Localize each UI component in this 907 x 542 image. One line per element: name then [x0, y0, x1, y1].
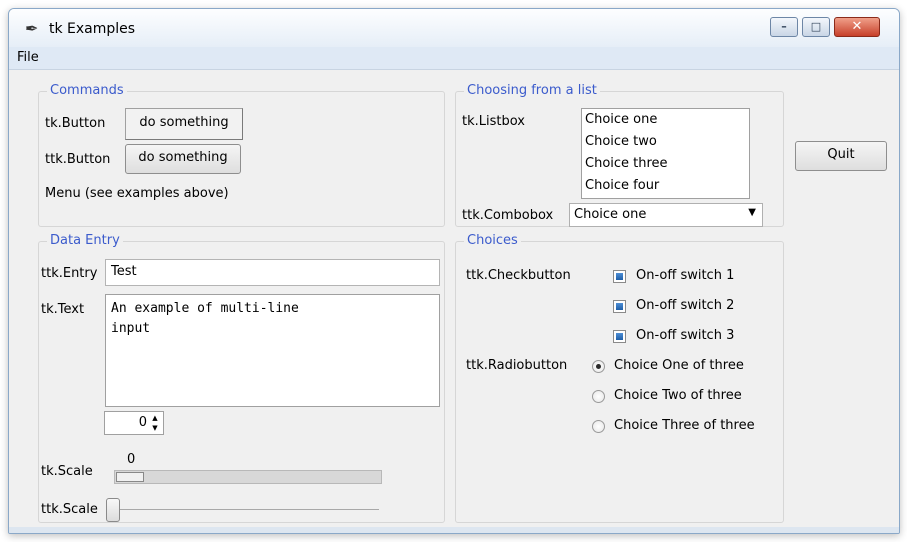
- test-entry-field[interactable]: Test: [105, 259, 440, 286]
- radio-button[interactable]: [592, 420, 605, 433]
- list-frame: Choosing from a list tk.Listbox Choice o…: [455, 83, 784, 227]
- radio-label[interactable]: Choice Three of three: [614, 418, 755, 433]
- list-item[interactable]: Choice four: [582, 175, 749, 197]
- menu-bar: File: [9, 47, 899, 70]
- minimize-icon: –: [781, 20, 787, 33]
- listbox-label: tk.Listbox: [462, 114, 525, 129]
- menu-note: Menu (see examples above): [45, 186, 229, 201]
- choices-legend: Choices: [464, 233, 521, 248]
- tk-scale-label: tk.Scale: [41, 464, 93, 479]
- choice-combobox[interactable]: Choice one ▼: [569, 203, 763, 227]
- maximize-icon: □: [810, 20, 822, 33]
- checkbutton-label: ttk.Checkbutton: [466, 268, 571, 283]
- title-bar[interactable]: ✒ tk Examples – □ ✕: [9, 9, 899, 47]
- close-icon: ✕: [851, 19, 863, 34]
- checkbox-label[interactable]: On-off switch 3: [636, 328, 734, 343]
- window-bottom-edge: [9, 527, 899, 533]
- ttk-scale-track[interactable]: [117, 509, 379, 510]
- spinbox-value: 0: [138, 415, 147, 430]
- close-button[interactable]: ✕: [834, 17, 880, 37]
- choices-frame: Choices ttk.Checkbutton On-off switch 1 …: [455, 233, 784, 523]
- tk-scale-value: 0: [127, 452, 136, 467]
- window-title: tk Examples: [49, 21, 136, 37]
- minimize-button[interactable]: –: [770, 17, 798, 37]
- ttk-do-something-button[interactable]: do something: [125, 144, 241, 174]
- number-spinbox[interactable]: 0 ▲ ▼: [104, 411, 164, 435]
- app-window: ✒ tk Examples – □ ✕ File Commands tk.But…: [8, 8, 900, 534]
- multiline-text-area[interactable]: An example of multi-line input: [105, 294, 440, 407]
- text-label: tk.Text: [41, 302, 85, 317]
- entry-label: ttk.Entry: [41, 266, 98, 281]
- tk-scale[interactable]: [114, 470, 382, 484]
- tk-scale-slider[interactable]: [116, 472, 144, 482]
- data-entry-frame: Data Entry ttk.Entry Test tk.Text An exa…: [38, 233, 445, 523]
- maximize-button[interactable]: □: [802, 17, 830, 37]
- text-line: input: [111, 321, 151, 336]
- text-line: An example of multi-line: [111, 301, 299, 316]
- spinbox-arrows-icon[interactable]: ▲ ▼: [149, 413, 161, 433]
- list-item[interactable]: Choice three: [582, 153, 749, 175]
- radio-button[interactable]: [592, 390, 605, 403]
- combobox-label: ttk.Combobox: [462, 208, 554, 223]
- radio-label[interactable]: Choice One of three: [614, 358, 744, 373]
- data-entry-legend: Data Entry: [47, 233, 123, 248]
- feather-icon: ✒: [25, 19, 39, 38]
- combobox-value: Choice one: [574, 207, 647, 222]
- list-legend: Choosing from a list: [464, 83, 600, 98]
- entry-value: Test: [111, 264, 137, 279]
- commands-legend: Commands: [47, 83, 127, 98]
- checkbox[interactable]: [613, 330, 626, 343]
- choice-listbox[interactable]: Choice one Choice two Choice three Choic…: [581, 108, 750, 199]
- list-item[interactable]: Choice two: [582, 131, 749, 153]
- menu-file[interactable]: File: [17, 50, 39, 65]
- ttk-scale-thumb[interactable]: [106, 498, 120, 522]
- list-item[interactable]: Choice one: [582, 109, 749, 131]
- radiobutton-label: ttk.Radiobutton: [466, 358, 568, 373]
- ttk-scale-label: ttk.Scale: [41, 502, 98, 517]
- checkbox[interactable]: [613, 300, 626, 313]
- chevron-down-icon[interactable]: ▼: [748, 207, 756, 218]
- quit-button[interactable]: Quit: [795, 141, 887, 171]
- commands-frame: Commands tk.Button do something ttk.Butt…: [38, 83, 445, 227]
- radio-button[interactable]: [592, 360, 605, 373]
- radio-label[interactable]: Choice Two of three: [614, 388, 742, 403]
- tk-do-something-button[interactable]: do something: [125, 108, 243, 140]
- ttk-button-label: ttk.Button: [45, 152, 111, 167]
- checkbox[interactable]: [613, 270, 626, 283]
- tk-button-label: tk.Button: [45, 116, 106, 131]
- checkbox-label[interactable]: On-off switch 2: [636, 298, 734, 313]
- checkbox-label[interactable]: On-off switch 1: [636, 268, 734, 283]
